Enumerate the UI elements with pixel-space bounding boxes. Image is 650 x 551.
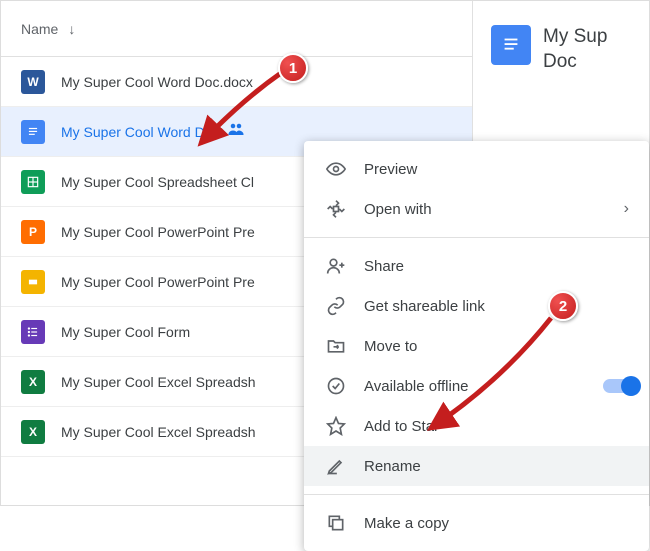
menu-label: Open with: [364, 201, 624, 218]
menu-rename[interactable]: Rename: [304, 446, 649, 486]
chevron-right-icon: ›: [624, 200, 629, 218]
sort-arrow-down-icon: ↓: [68, 21, 75, 37]
menu-get-link[interactable]: Get shareable link: [304, 286, 649, 326]
gslides-file-icon: [21, 270, 45, 294]
excel-file-icon: X: [21, 370, 45, 394]
details-title-line: My Sup: [543, 25, 607, 50]
copy-icon: [324, 511, 348, 535]
offline-toggle[interactable]: [603, 379, 639, 393]
menu-preview[interactable]: Preview: [304, 149, 649, 189]
menu-separator: [304, 237, 649, 238]
menu-label: Rename: [364, 458, 629, 475]
file-row[interactable]: W My Super Cool Word Doc.docx: [1, 57, 472, 107]
file-name: My Super Cool PowerPoint Pre: [61, 274, 255, 290]
file-name: My Super Cool Spreadsheet Cl: [61, 174, 254, 190]
rename-icon: [324, 454, 348, 478]
gsheet-file-icon: [21, 170, 45, 194]
file-name: My Super Cool Word Doc.docx: [61, 74, 253, 90]
person-add-icon: [324, 254, 348, 278]
file-name: My Super Cool Form: [61, 324, 190, 340]
menu-open-with[interactable]: Open with ›: [304, 189, 649, 229]
star-icon: [324, 414, 348, 438]
shared-icon: [227, 120, 245, 143]
menu-label: Preview: [364, 161, 629, 178]
powerpoint-file-icon: P: [21, 220, 45, 244]
move-to-icon: [324, 334, 348, 358]
menu-available-offline[interactable]: Available offline: [304, 366, 649, 406]
menu-make-copy[interactable]: Make a copy: [304, 503, 649, 543]
file-name: My Super Cool Excel Spreadsh: [61, 374, 256, 390]
menu-label: Get shareable link: [364, 298, 629, 315]
details-title: My Sup Doc: [543, 25, 607, 74]
open-with-icon: [324, 197, 348, 221]
excel-file-icon: X: [21, 420, 45, 444]
eye-icon: [324, 157, 348, 181]
menu-label: Add to Star: [364, 418, 629, 435]
menu-separator: [304, 494, 649, 495]
offline-icon: [324, 374, 348, 398]
gdoc-large-icon: [491, 25, 531, 65]
file-name: My Super Cool PowerPoint Pre: [61, 224, 255, 240]
menu-label: Available offline: [364, 378, 603, 395]
file-name: My Super Cool Word Doc: [61, 124, 219, 140]
name-column-header: Name: [21, 21, 58, 37]
menu-move-to[interactable]: Move to: [304, 326, 649, 366]
context-menu: Preview Open with › Share Get shareable …: [304, 141, 649, 551]
gdoc-file-icon: [21, 120, 45, 144]
menu-label: Share: [364, 258, 629, 275]
details-pane: My Sup Doc: [491, 1, 650, 74]
details-title-line: Doc: [543, 50, 607, 75]
word-file-icon: W: [21, 70, 45, 94]
gform-file-icon: [21, 320, 45, 344]
column-header-row[interactable]: Name ↓: [1, 1, 472, 57]
callout-badge-1: 1: [278, 53, 308, 83]
file-name: My Super Cool Excel Spreadsh: [61, 424, 256, 440]
menu-label: Make a copy: [364, 515, 629, 532]
link-icon: [324, 294, 348, 318]
callout-badge-2: 2: [548, 291, 578, 321]
menu-share[interactable]: Share: [304, 246, 649, 286]
menu-label: Move to: [364, 338, 629, 355]
menu-add-to-star[interactable]: Add to Star: [304, 406, 649, 446]
